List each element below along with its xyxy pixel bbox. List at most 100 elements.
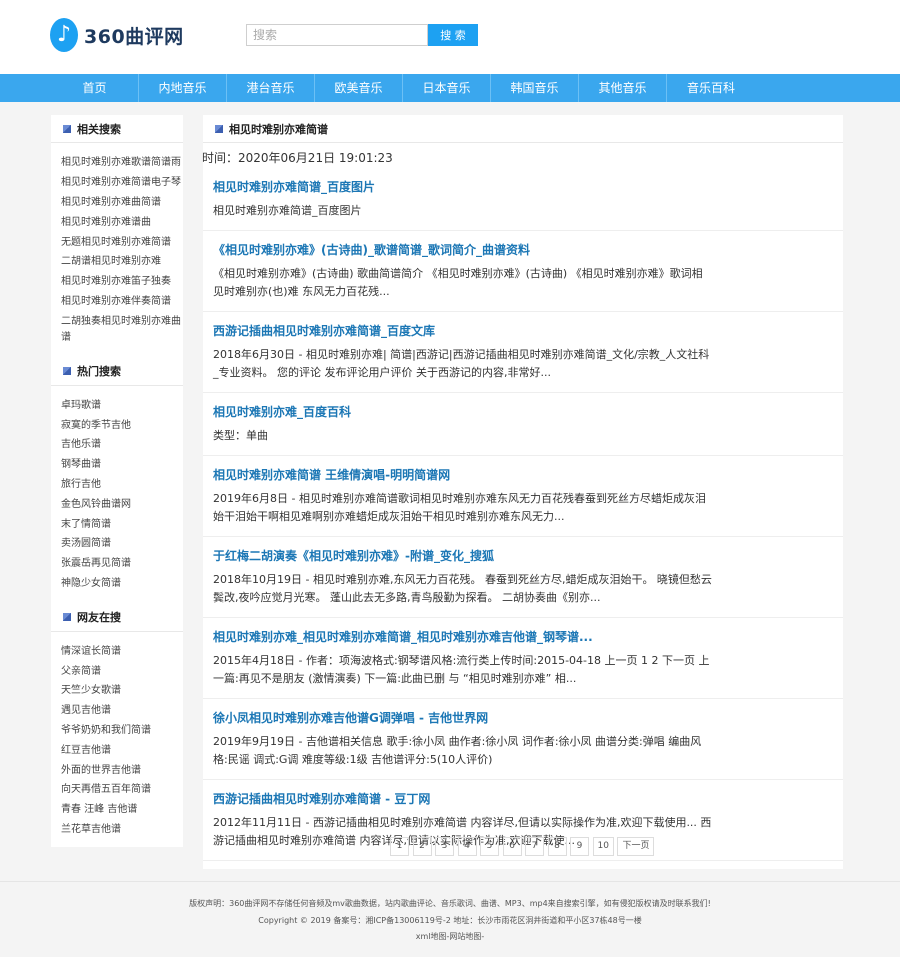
result-snippet: 2018年6月30日 - 相见时难别亦难| 简谱|西游记|西游记插曲相见时难别亦… [213,348,710,379]
site-footer: 版权声明：360曲评网不存储任何音频及mv歌曲数据，站内歌曲评论、音乐歌词、曲谱… [0,881,900,957]
sidebar-link[interactable]: 外面的世界吉他谱 [61,761,183,781]
search-button[interactable]: 搜 索 [428,24,478,46]
sidebar-link[interactable]: 二胡谱相见时难别亦难 [61,252,183,272]
result-title-link[interactable]: 于红梅二胡演奏《相见时难别亦难》-附谱_变化_搜狐 [213,537,833,565]
logo-text: 360曲评网 [84,25,184,48]
result-item: 西游记插曲相见时难别亦难简谱_百度文库 2018年6月30日 - 相见时难别亦难|… [203,312,843,393]
sidebar-link[interactable]: 钢琴曲谱 [61,455,183,475]
results-list: 相见时难别亦难简谱_百度图片 相见时难别亦难简谱_百度图片 《相见时难别亦难》(古诗… [203,168,843,861]
section-icon [63,613,71,622]
sidebar-link[interactable]: 神隐少女简谱 [61,574,183,594]
sidebar-section-header: 热门搜索 [51,358,183,386]
sidebar-list: 情深谊长简谱 父亲简谱 天竺少女歌谱 遇见吉他谱 爷爷奶奶和我们简谱 红豆吉他谱 外面的世界… [51,632,183,850]
result-item: 徐小凤相见时难别亦难吉他谱G调弹唱 - 吉他世界网 2019年9月19日 - 吉他… [203,699,843,780]
sidebar-link[interactable]: 相见时难别亦难简谱电子琴 [61,173,183,193]
nav-item[interactable]: 韩国音乐 [491,74,579,102]
result-snippet: 《相见时难别亦难》(古诗曲) 歌曲简谱简介 《相见时难别亦难》(古诗曲) 《相见… [213,267,703,298]
sidebar-section-header: 网友在搜 [51,604,183,632]
sidebar-link[interactable]: 遇见吉他谱 [61,701,183,721]
pagination: 1 2 3 4 5 6 7 8 9 10 下一页 [390,837,658,856]
result-snippet: 2019年6月8日 - 相见时难别亦难简谱歌词相见时难别亦难东风无力百花残春蚕到… [213,492,706,523]
result-title-link[interactable]: 西游记插曲相见时难别亦难简谱_百度文库 [213,312,833,340]
nav-item[interactable]: 音乐百科 [667,74,755,102]
sidebar-link[interactable]: 父亲简谱 [61,662,183,682]
nav-item[interactable]: 首页 [51,74,139,102]
music-note-icon: ♪ [50,18,78,52]
result-item: 相见时难别亦难_百度百科类型：单曲 [203,393,843,456]
section-icon [215,124,223,133]
page-button[interactable]: 8 [547,837,567,856]
sidebar-link[interactable]: 末了情简谱 [61,515,183,535]
page-button[interactable]: 2 [412,837,432,856]
page-button[interactable]: 3 [435,837,454,856]
sidebar-link[interactable]: 卖汤圆简谱 [61,534,183,554]
nav-item[interactable]: 其他音乐 [579,74,667,102]
result-title-link[interactable]: 相见时难别亦难_相见时难别亦难简谱_相见时难别亦难吉他谱_钢琴谱... [213,618,833,646]
sidebar-list: 相见时难别亦难歌谱简谱雨 相见时难别亦难简谱电子琴 相见时难别亦难曲简谱 相见时难别亦… [51,143,183,358]
result-item: 于红梅二胡演奏《相见时难别亦难》-附谱_变化_搜狐 2018年10月19日 - 相… [203,537,843,618]
sidebar-section-title: 相关搜索 [77,122,121,136]
page-button[interactable]: 1 [390,837,409,856]
search-input[interactable] [246,24,428,46]
nav-item[interactable]: 欧美音乐 [315,74,403,102]
copyright-notice: 版权声明：360曲评网不存储任何音频及mv歌曲数据，站内歌曲评论、音乐歌词、曲谱… [189,899,711,908]
sidebar-link[interactable]: 相见时难别亦难笛子独奏 [61,272,183,292]
nav-item[interactable]: 日本音乐 [403,74,491,102]
result-title-link[interactable]: 相见时难别亦难简谱_百度图片 [213,168,833,196]
result-title-link[interactable]: 《相见时难别亦难》(古诗曲)_歌谱简谱_歌词简介_曲谱资料 [213,231,833,259]
site-logo[interactable]: ♪ 360曲评网 [50,18,184,52]
sidebar-link[interactable]: 红豆吉他谱 [61,741,183,761]
page-button[interactable]: 5 [480,837,499,856]
sidebar-link[interactable]: 张震岳再见简谱 [61,554,183,574]
sidebar-link[interactable]: 相见时难别亦难曲简谱 [61,193,183,213]
sidebar-link[interactable]: 爷爷奶奶和我们简谱 [61,721,183,741]
result-title-link[interactable]: 西游记插曲相见时难别亦难简谱 - 豆丁网 [213,780,833,808]
sidebar-link[interactable]: 卓玛歌谱 [61,396,183,416]
result-title-link[interactable]: 相见时难别亦难简谱 王维倩演唱-明明简谱网 [213,456,833,484]
sidebar-link[interactable]: 无题相见时难别亦难简谱 [61,233,183,253]
publish-time: 时间：2020年06月21日 19:01:23 [202,151,393,165]
sidebar-link[interactable]: 兰花草吉他谱 [61,820,183,840]
sidebar-link[interactable]: 天竺少女歌谱 [61,681,183,701]
site-header: ♪ 360曲评网 搜 索 [0,0,900,74]
sidebar-link[interactable]: 向天再借五百年简谱 [61,780,183,800]
result-snippet: 2018年10月19日 - 相见时难别亦难,东风无力百花残。 春蚕到死丝方尽,蜡… [213,573,712,604]
sidebar-link[interactable]: 吉他乐谱 [61,435,183,455]
sidebar-section-header: 相关搜索 [51,115,183,143]
sidebar-link[interactable]: 情深谊长简谱 [61,642,183,662]
section-icon [63,124,71,133]
page-button[interactable]: 7 [525,837,544,856]
result-snippet: 2015年4月18日 - 作者：项海波格式:钢琴谱风格:流行类上传时间:2015… [213,654,710,685]
sidebar-section-title: 网友在搜 [77,611,121,625]
sidebar-link[interactable]: 相见时难别亦难伴奏简谱 [61,292,183,312]
sidebar-list: 卓玛歌谱 寂寞的季节吉他 吉他乐谱 钢琴曲谱 旅行吉他 金色风铃曲谱网 末了情简谱 卖汤圆简谱… [51,386,183,604]
result-title-link[interactable]: 徐小凤相见时难别亦难吉他谱G调弹唱 - 吉他世界网 [213,699,833,727]
sidebar-link[interactable]: 相见时难别亦难谱曲 [61,213,183,233]
nav-item[interactable]: 内地音乐 [139,74,227,102]
page-button[interactable]: 4 [457,837,477,856]
result-item: 相见时难别亦难简谱 王维倩演唱-明明简谱网 2019年6月8日 - 相见时难别亦难… [203,456,843,537]
result-title-link[interactable]: 相见时难别亦难_百度百科 [213,393,833,421]
page-button[interactable]: 9 [570,837,589,856]
sidebar-link[interactable]: 二胡独奏相见时难别亦难曲谱 [61,312,183,348]
page-button[interactable]: 10 [592,837,614,856]
sidebar-link[interactable]: 寂寞的季节吉他 [61,416,183,436]
sidebar-section-title: 热门搜索 [77,365,121,379]
footer-info: Copyright © 2019 备案号：湘ICP备13006119号-2 地址… [258,915,642,925]
search-bar: 搜 索 [246,24,478,46]
sidebar-link[interactable]: 青春 汪峰 吉他谱 [61,800,183,820]
page-button[interactable]: 6 [502,837,522,856]
section-icon [63,367,71,376]
main-content: 相见时难别亦难简谱 时间：2020年06月21日 19:01:23 相见时难别亦… [202,115,843,869]
result-snippet: 类型：单曲 [213,429,268,442]
sidebar: 相关搜索相见时难别亦难歌谱简谱雨 相见时难别亦难简谱电子琴 相见时难别亦难曲简谱 相见… [51,115,183,847]
sidebar-link[interactable]: 旅行吉他 [61,475,183,495]
content-area: 相关搜索 相见时难别亦难歌谱简谱雨 相见时难别亦难简谱电子琴 相见时难别亦难曲简谱 相见… [0,102,900,869]
result-item: 《相见时难别亦难》(古诗曲)_歌谱简谱_歌词简介_曲谱资料 《相见时难别亦难》(古… [203,231,843,312]
main-nav: 首页 内地音乐 港台音乐 欧美音乐 日本音乐 韩国音乐 其他音乐 音乐百科 [0,74,900,102]
sidebar-link[interactable]: 金色风铃曲谱网 [61,495,183,515]
sidebar-link[interactable]: 相见时难别亦难歌谱简谱雨 [61,153,183,173]
sitemap-link[interactable]: xml地图-网站地图- [0,929,900,946]
next-page-button[interactable]: 下一页 [617,837,655,856]
nav-item[interactable]: 港台音乐 [227,74,315,102]
